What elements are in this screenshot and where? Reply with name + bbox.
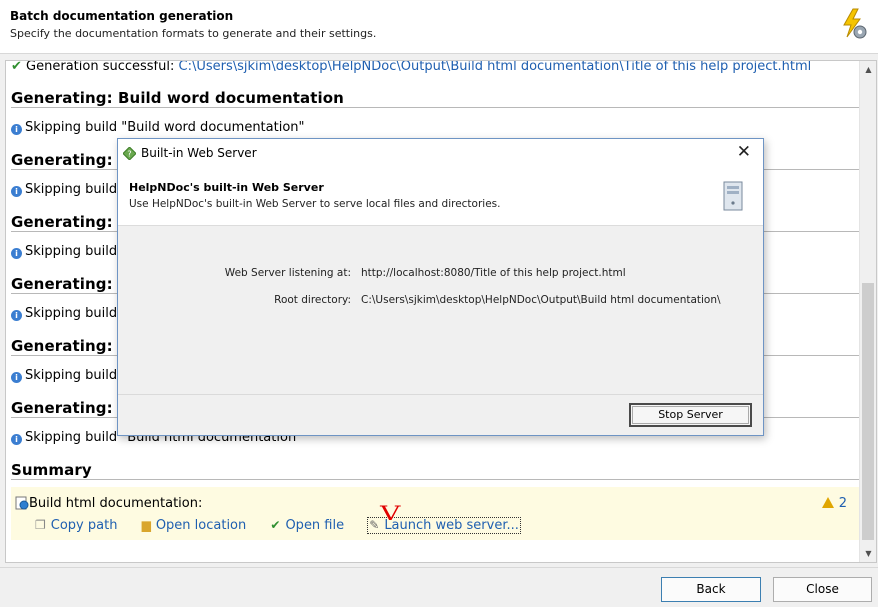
document-edit-icon: ✎ <box>369 518 380 532</box>
folder-icon: ▆ <box>141 518 151 532</box>
copy-icon: ❐ <box>35 518 46 532</box>
summary-panel: Build html documentation: 2 ❐ Copy path ▆… <box>11 487 859 540</box>
dialog-titlebar[interactable]: ? Built-in Web Server ✕ <box>118 139 763 168</box>
dialog-heading: HelpNDoc's built-in Web Server <box>129 181 324 194</box>
summary-build-title: Build html documentation: <box>29 496 203 511</box>
info-icon: i <box>11 124 22 135</box>
log-line: i Skipping build " <box>11 306 127 321</box>
close-button[interactable]: Close <box>773 577 872 602</box>
divider <box>11 107 859 108</box>
open-file-button[interactable]: ✔ Open file <box>270 518 344 533</box>
wizard-footer: Back Close <box>0 567 878 607</box>
root-directory-value: C:\Users\sjkim\desktop\HelpNDoc\Output\B… <box>361 294 721 306</box>
listening-label: Web Server listening at: <box>224 267 351 279</box>
success-path-link[interactable]: C:\Users\sjkim\desktop\HelpNDoc\Output\B… <box>179 61 812 74</box>
scroll-up-icon[interactable]: ▲ <box>860 61 876 78</box>
root-directory-label: Root directory: <box>274 294 351 306</box>
wizard-header: Batch documentation generation Specify t… <box>0 0 878 54</box>
check-icon: ✔ <box>270 518 281 532</box>
divider <box>11 479 859 480</box>
html-build-icon <box>15 496 29 510</box>
warning-icon <box>821 497 834 508</box>
log-line: i Skipping build "Build word documentatio… <box>11 120 305 135</box>
info-icon: i <box>11 248 22 259</box>
info-icon: i <box>11 434 22 445</box>
page-subtitle: Specify the documentation formats to gen… <box>10 27 377 40</box>
svg-text:?: ? <box>127 150 131 159</box>
scroll-thumb[interactable] <box>862 283 874 540</box>
section-heading: Generating: Build word documentation <box>11 89 344 107</box>
warning-count[interactable]: 2 <box>821 496 847 511</box>
log-line: i Skipping build " <box>11 182 127 197</box>
lightning-gear-icon <box>843 8 867 39</box>
check-icon: ✔ <box>11 60 22 74</box>
stop-server-button[interactable]: Stop Server <box>629 403 752 427</box>
log-success-line: ✔ Generation successful: C:\Users\sjkim\… <box>11 60 812 74</box>
web-server-icon: ? <box>123 147 136 160</box>
copy-path-button[interactable]: ❐ Copy path <box>35 518 117 533</box>
server-tower-icon <box>723 181 743 211</box>
page-title: Batch documentation generation <box>10 9 234 23</box>
dialog-header: HelpNDoc's built-in Web Server Use HelpN… <box>118 168 763 226</box>
log-scrollbar[interactable]: ▲ ▼ <box>859 61 876 562</box>
log-line: i Skipping build " <box>11 244 127 259</box>
close-icon[interactable]: ✕ <box>737 142 751 162</box>
back-button[interactable]: Back <box>661 577 761 602</box>
summary-heading: Summary <box>11 461 92 479</box>
dialog-title: Built-in Web Server <box>141 146 257 160</box>
dialog-description: Use HelpNDoc's built-in Web Server to se… <box>129 198 501 210</box>
info-icon: i <box>11 372 22 383</box>
listening-url: http://localhost:8080/Title of this help… <box>361 267 626 279</box>
divider <box>118 394 763 395</box>
info-icon: i <box>11 186 22 197</box>
log-line: i Skipping build " <box>11 368 127 383</box>
red-check-annotation: V <box>380 501 401 525</box>
open-location-button[interactable]: ▆ Open location <box>142 518 247 533</box>
web-server-dialog: ? Built-in Web Server ✕ HelpNDoc's built… <box>117 138 764 436</box>
info-icon: i <box>11 310 22 321</box>
scroll-down-icon[interactable]: ▼ <box>860 545 876 562</box>
